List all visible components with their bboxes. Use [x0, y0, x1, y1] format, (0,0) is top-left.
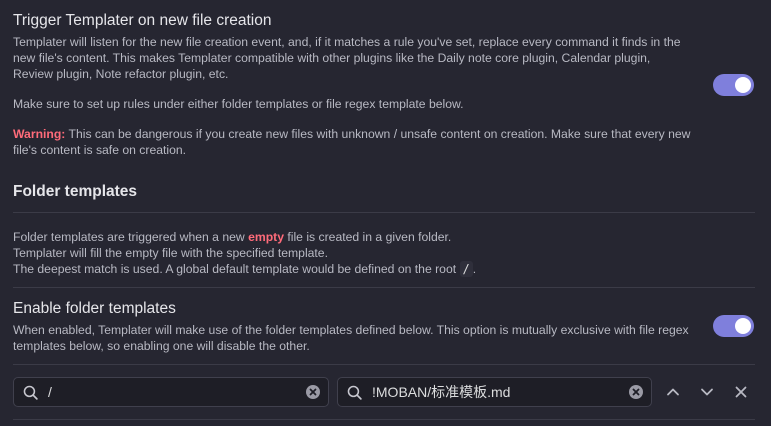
warning-label: Warning:: [13, 127, 66, 141]
settings-page: Trigger Templater on new file creation T…: [0, 0, 771, 426]
folder-search-input[interactable]: [48, 378, 300, 406]
trigger-para1: Templater will listen for the new file c…: [13, 35, 681, 81]
chevron-up-icon[interactable]: [663, 382, 683, 402]
empty-highlight: empty: [248, 230, 284, 244]
folder-line3-end: .: [472, 262, 477, 276]
toggle-knob: [735, 77, 751, 93]
template-search-input[interactable]: [372, 378, 623, 406]
template-search-box: [337, 377, 652, 407]
folder-line3: The deepest match is used. A global defa…: [13, 261, 755, 277]
folder-templates-heading: Folder templates: [13, 183, 138, 200]
heading-divider: [13, 212, 755, 213]
root-code: /: [459, 261, 473, 277]
clear-icon[interactable]: [629, 385, 643, 399]
bottom-divider: [13, 419, 755, 420]
trigger-title: Trigger Templater on new file creation: [13, 12, 272, 29]
section-divider: [13, 287, 755, 288]
trigger-toggle[interactable]: [713, 74, 754, 96]
enable-folder-toggle[interactable]: [713, 315, 754, 337]
trigger-warning: Warning: This can be dangerous if you cr…: [13, 126, 691, 158]
chevron-down-icon[interactable]: [697, 382, 717, 402]
folder-templates-description: Folder templates are triggered when a ne…: [13, 229, 755, 277]
trigger-description: Templater will listen for the new file c…: [13, 34, 691, 158]
enable-folder-setting: Enable folder templates When enabled, Te…: [13, 299, 691, 354]
enable-folder-description: When enabled, Templater will make use of…: [13, 323, 689, 353]
folder-line3-text: The deepest match is used. A global defa…: [13, 262, 460, 276]
enable-folder-title: Enable folder templates: [13, 300, 176, 317]
search-icon: [23, 385, 38, 400]
trigger-setting: Trigger Templater on new file creation T…: [13, 11, 691, 158]
close-icon[interactable]: [731, 382, 751, 402]
folder-line1-post: file is created in a given folder.: [283, 230, 452, 244]
folder-line1-pre: Folder templates are triggered when a ne…: [13, 230, 249, 244]
trigger-para2: Make sure to set up rules under either f…: [13, 97, 464, 111]
folder-line1: Folder templates are triggered when a ne…: [13, 229, 755, 245]
folder-search-box: [13, 377, 329, 407]
folder-line2: Templater will fill the empty file with …: [13, 246, 328, 260]
warning-text: This can be dangerous if you create new …: [13, 127, 691, 157]
row-divider: [13, 364, 755, 365]
clear-icon[interactable]: [306, 385, 320, 399]
search-icon: [347, 385, 362, 400]
toggle-knob: [735, 318, 751, 334]
